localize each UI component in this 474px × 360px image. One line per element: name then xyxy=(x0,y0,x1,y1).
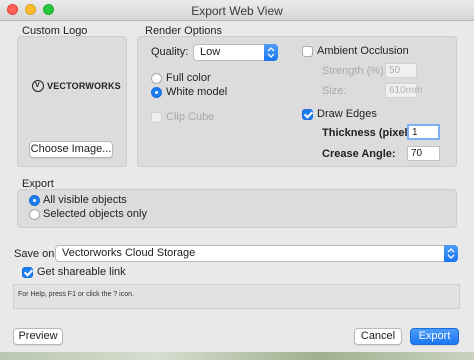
full-color-label: Full color xyxy=(166,72,211,84)
ambient-occlusion-label: Ambient Occlusion xyxy=(317,45,409,57)
all-visible-radio[interactable] xyxy=(29,195,40,206)
crease-angle-label: Crease Angle: xyxy=(322,148,396,160)
ambient-occlusion-checkbox[interactable] xyxy=(302,46,313,57)
desktop-background-strip xyxy=(0,352,474,360)
vectorworks-logo-icon: V xyxy=(32,80,44,92)
size-input[interactable]: 610mm xyxy=(385,83,422,98)
crease-angle-input[interactable]: 70 xyxy=(407,146,440,161)
clip-cube-checkbox[interactable] xyxy=(151,112,162,123)
selected-only-label: Selected objects only xyxy=(43,208,147,220)
quality-value: Low xyxy=(200,46,221,58)
save-on-select[interactable]: Vectorworks Cloud Storage xyxy=(55,245,458,262)
logo-text: VECTORWORKS xyxy=(47,81,121,91)
strength-label: Strength (%): xyxy=(322,65,387,77)
strength-input[interactable]: 50 xyxy=(385,63,417,78)
preview-button[interactable]: Preview xyxy=(13,328,63,345)
quality-label: Quality: xyxy=(151,46,189,58)
help-area: For Help, press F1 or click the ? icon. xyxy=(13,284,460,309)
title-bar: Export Web View xyxy=(0,0,474,21)
window-title: Export Web View xyxy=(191,4,283,18)
chevron-updown-icon xyxy=(264,44,278,61)
white-model-label: White model xyxy=(166,86,228,98)
draw-edges-label: Draw Edges xyxy=(317,108,377,120)
save-on-label: Save on: xyxy=(14,248,58,260)
shareable-link-label: Get shareable link xyxy=(37,266,126,278)
save-on-value: Vectorworks Cloud Storage xyxy=(62,247,196,259)
cancel-button[interactable]: Cancel xyxy=(354,328,402,345)
full-color-radio[interactable] xyxy=(151,73,162,84)
shareable-link-checkbox[interactable] xyxy=(22,267,33,278)
chevron-updown-icon xyxy=(444,245,458,262)
thickness-input[interactable]: 1 xyxy=(407,124,440,140)
clip-cube-label: Clip Cube xyxy=(166,111,215,123)
choose-image-button[interactable]: Choose Image... xyxy=(29,141,113,158)
help-text: For Help, press F1 or click the ? icon. xyxy=(18,291,134,298)
all-visible-label: All visible objects xyxy=(43,194,127,206)
custom-logo-group: V VECTORWORKS Choose Image... xyxy=(17,36,127,167)
size-label: Size: xyxy=(322,85,347,97)
draw-edges-checkbox[interactable] xyxy=(302,109,313,120)
white-model-radio[interactable] xyxy=(151,87,162,98)
export-button[interactable]: Export xyxy=(410,328,459,345)
selected-only-radio[interactable] xyxy=(29,209,40,220)
quality-select[interactable]: Low xyxy=(193,44,278,61)
